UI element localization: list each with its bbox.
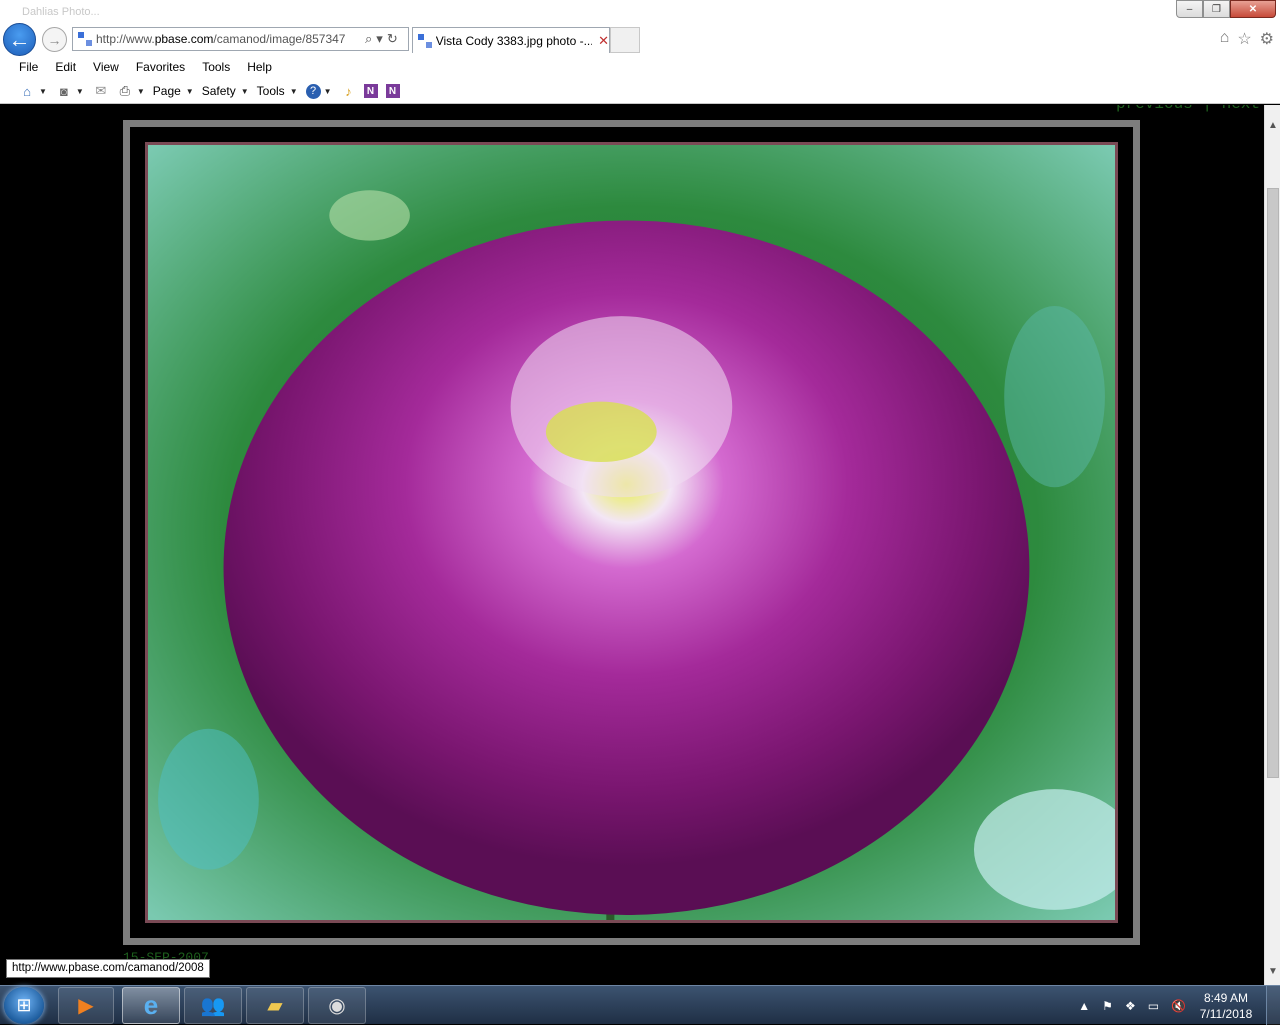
onenote-linked-icon[interactable]: N <box>385 84 400 98</box>
page-content: previous | next <box>0 105 1264 985</box>
system-tray: ▲ ⚑ ❖ ▭ 🔇 8:49 AM 7/11/2018 <box>1072 986 1280 1025</box>
taskbar-internet-explorer[interactable]: e <box>122 987 180 1024</box>
forward-button[interactable]: → <box>42 27 67 52</box>
search-icon[interactable]: ⌕ <box>365 31 372 47</box>
status-url-tooltip: http://www.pbase.com/camanod/2008 <box>6 959 210 978</box>
window-title: Dahlias Photo... <box>22 6 100 18</box>
show-hidden-icons-icon[interactable]: ▲ <box>1078 999 1090 1013</box>
menu-bar: File Edit View Favorites Tools Help <box>0 56 1280 78</box>
taskbar-messenger[interactable]: 👥 <box>184 987 242 1024</box>
back-button[interactable]: ← <box>3 23 36 56</box>
safety-menu[interactable]: Safety <box>202 84 236 98</box>
help-dropdown-icon[interactable]: ▼ <box>324 87 332 96</box>
window-controls: – ❐ ✕ <box>1176 0 1276 18</box>
flower-yellow-center <box>545 401 657 463</box>
pbase-favicon-icon <box>78 32 92 46</box>
media-player-icon: ▶ <box>78 995 94 1017</box>
safety-dropdown-icon[interactable]: ▼ <box>241 87 249 96</box>
research-icon[interactable]: ♪ <box>340 82 358 100</box>
folder-icon: ▰ <box>267 995 283 1017</box>
favorites-star-icon[interactable]: ☆ <box>1237 29 1251 49</box>
dropbox-icon[interactable]: ❖ <box>1125 999 1136 1013</box>
scroll-down-icon[interactable]: ▼ <box>1265 963 1280 980</box>
home-icon[interactable]: ⌂ <box>1220 29 1230 49</box>
browser-chrome: Dahlias Photo... – ❐ ✕ ← → http://www.pb… <box>0 0 1280 104</box>
scroll-up-icon[interactable]: ▲ <box>1265 117 1280 134</box>
background-highlight <box>1004 306 1105 488</box>
url-prefix: http://www. <box>96 32 155 46</box>
onenote-icon[interactable]: N <box>363 84 378 98</box>
home-icon[interactable]: ⌂ <box>18 82 36 100</box>
print-dropdown-icon[interactable]: ▼ <box>137 87 145 96</box>
feed-dropdown-icon[interactable]: ▼ <box>76 87 84 96</box>
forward-arrow-icon: → <box>47 31 62 48</box>
background-highlight <box>158 728 259 870</box>
settings-gear-icon[interactable]: ⚙ <box>1260 29 1274 49</box>
eye-security-icon: ◉ <box>328 995 346 1017</box>
photo-frame-inner <box>130 127 1133 938</box>
tab-favicon-icon <box>418 33 432 48</box>
refresh-icon[interactable]: ↻ <box>387 31 398 47</box>
rss-feed-icon[interactable]: ◙ <box>55 82 73 100</box>
new-tab-button[interactable] <box>610 27 640 53</box>
tools-dropdown-icon[interactable]: ▼ <box>290 87 298 96</box>
action-center-flag-icon[interactable]: ⚑ <box>1102 999 1113 1013</box>
mail-icon[interactable]: ✉ <box>92 82 110 100</box>
network-icon[interactable]: ▭ <box>1148 999 1159 1013</box>
internet-explorer-icon: e <box>143 990 159 1020</box>
tab-vista-cody[interactable]: Vista Cody 3383.jpg photo -... ✕ <box>412 27 610 53</box>
help-icon[interactable]: ? <box>305 83 321 99</box>
address-bar[interactable]: http://www.pbase.com/camanod/image/85734… <box>72 27 409 51</box>
menu-help[interactable]: Help <box>247 60 272 74</box>
url-path: /camanod/image/857347 <box>213 32 346 46</box>
command-bar: ⌂ ▼ ◙ ▼ ✉ ⎙ ▼ Page ▼ Safety ▼ Tools ▼ ? ▼ ♪ N N <box>0 80 1280 102</box>
clock-date: 7/11/2018 <box>1199 1006 1253 1021</box>
page-menu[interactable]: Page <box>153 84 181 98</box>
clock-time: 8:49 AM <box>1203 990 1249 1005</box>
taskbar-file-explorer[interactable]: ▰ <box>246 987 304 1024</box>
photo-nav-links[interactable]: previous | next <box>1116 105 1260 113</box>
url-domain: pbase.com <box>154 32 214 46</box>
navigation-bar: ← → http://www.pbase.com/camanod/image/8… <box>0 22 1280 56</box>
taskbar: ⊞ ▶ e 👥 ▰ ◉ ▲ ⚑ ❖ ▭ 🔇 8:49 AM 7/11/2018 <box>0 985 1280 1025</box>
taskbar-media-player[interactable]: ▶ <box>58 987 114 1024</box>
start-button[interactable]: ⊞ <box>4 987 44 1024</box>
maximize-button[interactable]: ❐ <box>1203 0 1230 18</box>
clock[interactable]: 8:49 AM 7/11/2018 <box>1192 990 1260 1022</box>
address-dropdown-icon[interactable]: ▾ <box>376 31 383 47</box>
menu-tools[interactable]: Tools <box>202 60 230 74</box>
address-url[interactable]: http://www.pbase.com/camanod/image/85734… <box>96 32 361 46</box>
browser-right-icons: ⌂ ☆ ⚙ <box>1220 29 1274 49</box>
photo-frame <box>123 120 1140 945</box>
vertical-scrollbar[interactable]: ▲ ▼ <box>1264 105 1280 985</box>
volume-muted-icon[interactable]: 🔇 <box>1171 999 1186 1013</box>
menu-edit[interactable]: Edit <box>55 60 76 74</box>
tab-close-icon[interactable]: ✕ <box>598 33 609 49</box>
tools-menu[interactable]: Tools <box>257 84 285 98</box>
print-icon[interactable]: ⎙ <box>116 82 134 100</box>
home-dropdown-icon[interactable]: ▼ <box>39 87 47 96</box>
show-desktop-button[interactable] <box>1266 986 1280 1025</box>
messenger-icon: 👥 <box>200 995 226 1017</box>
windows-logo-icon: ⊞ <box>16 995 32 1015</box>
dahlia-photo[interactable] <box>148 145 1115 920</box>
menu-view[interactable]: View <box>93 60 119 74</box>
page-dropdown-icon[interactable]: ▼ <box>186 87 194 96</box>
photo-border <box>145 142 1118 923</box>
back-arrow-icon: ← <box>8 26 31 52</box>
taskbar-security-app[interactable]: ◉ <box>308 987 366 1024</box>
scrollbar-thumb[interactable] <box>1267 188 1279 778</box>
tab-title: Vista Cody 3383.jpg photo -... <box>435 33 593 48</box>
background-highlight <box>329 190 410 241</box>
menu-favorites[interactable]: Favorites <box>136 60 185 74</box>
close-button[interactable]: ✕ <box>1230 0 1276 18</box>
minimize-button[interactable]: – <box>1176 0 1203 18</box>
menu-file[interactable]: File <box>19 60 38 74</box>
